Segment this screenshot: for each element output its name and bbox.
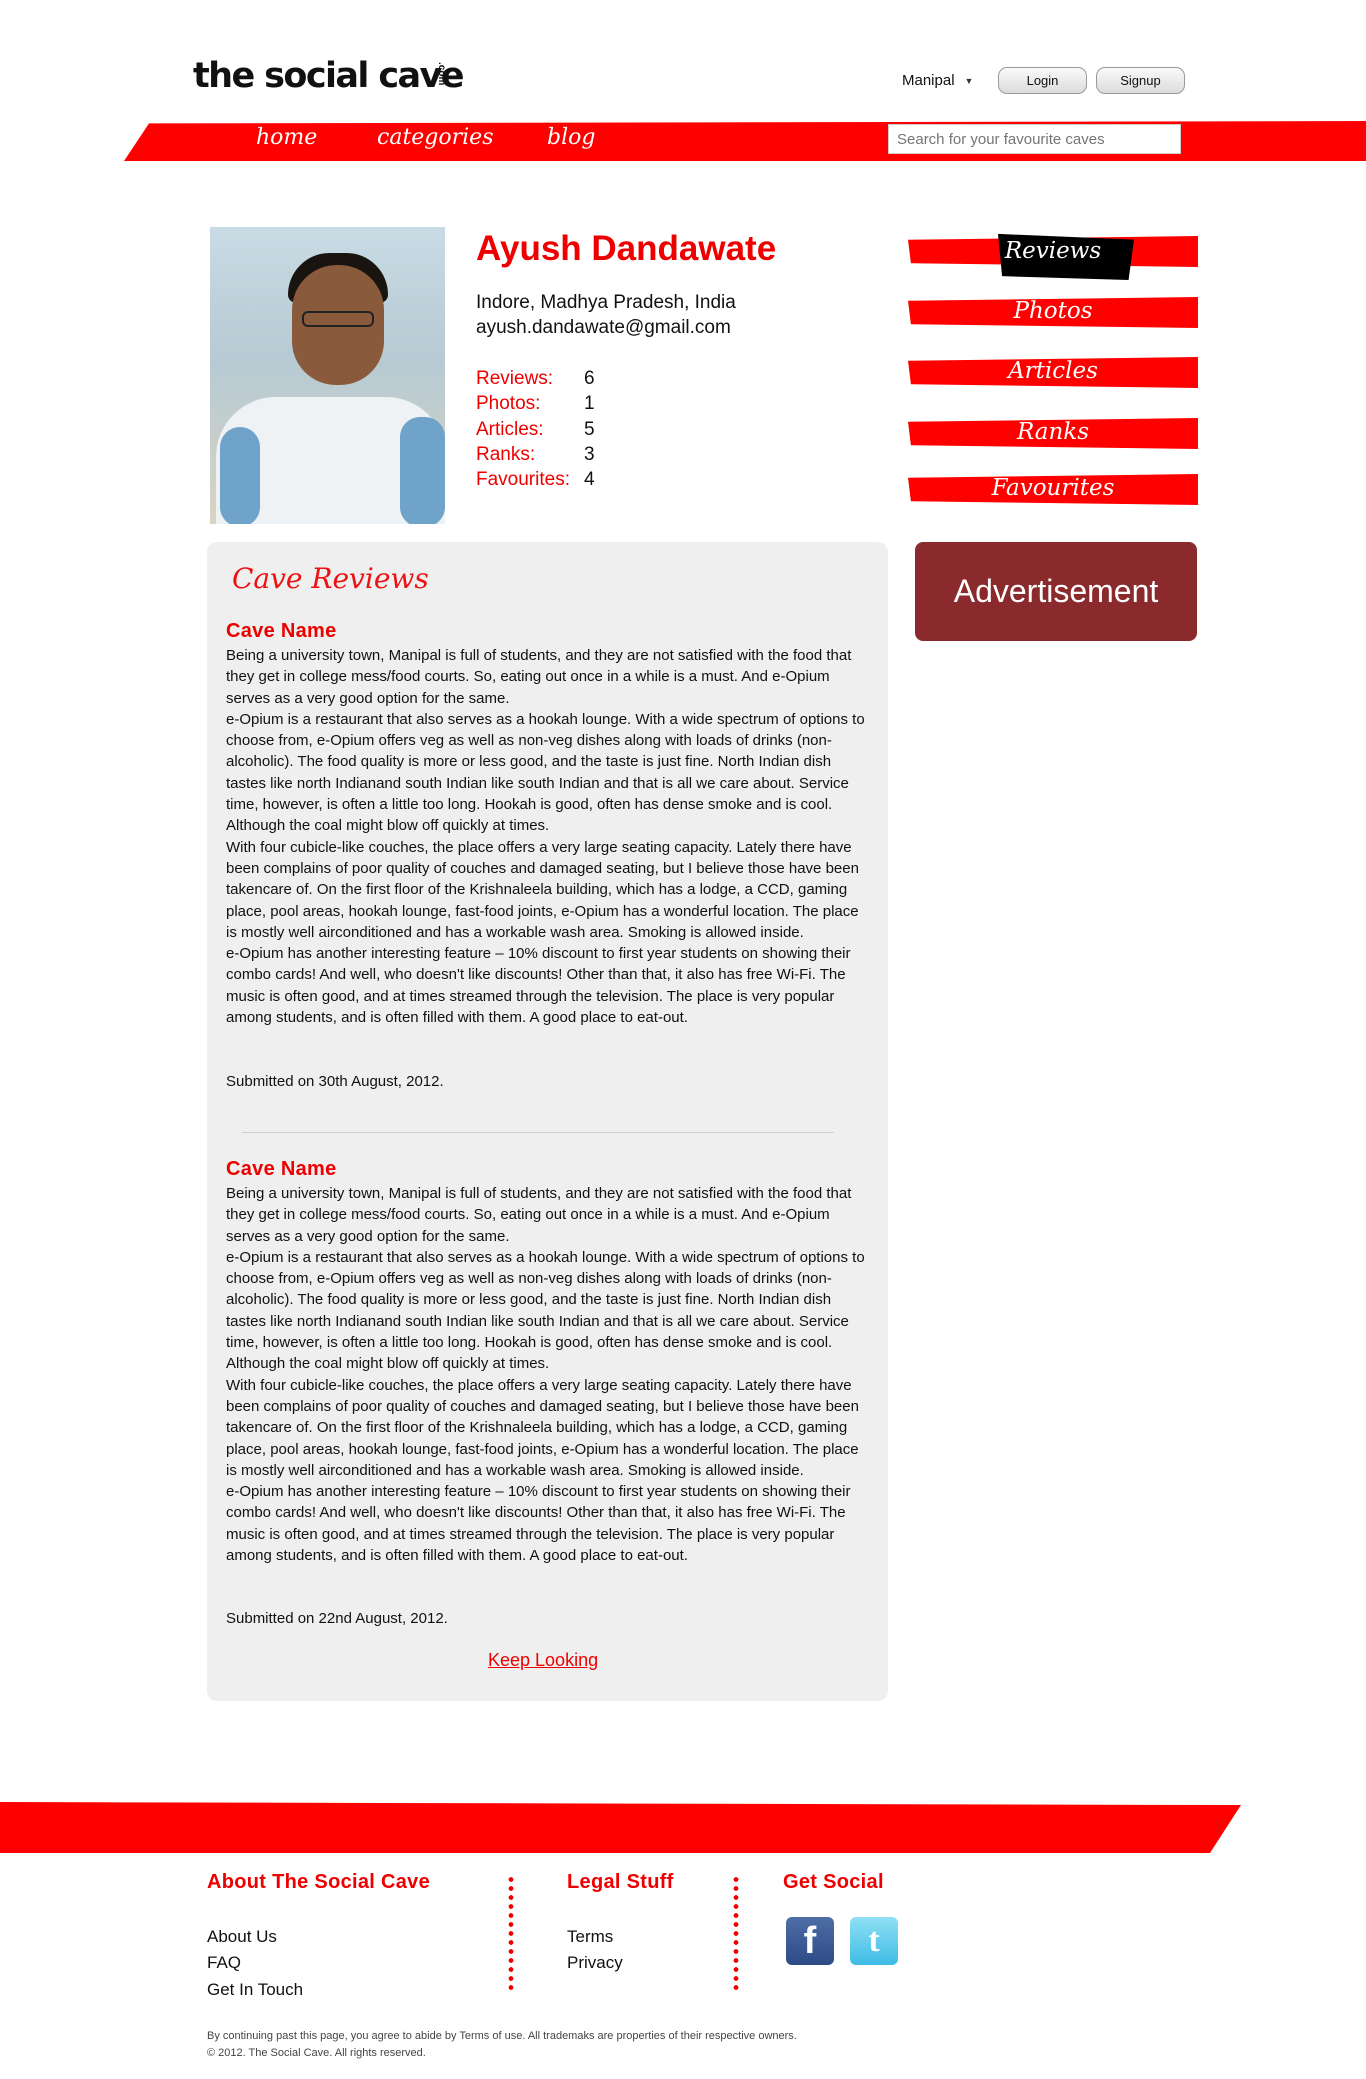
login-button[interactable]: Login <box>998 67 1087 94</box>
tab-articles[interactable]: Articles <box>908 358 1198 384</box>
footer-divider <box>733 1875 739 1993</box>
review-text: Being a university town, Manipal is full… <box>226 1185 865 1565</box>
keep-looking-link[interactable]: Keep Looking <box>488 1650 598 1671</box>
profile-name: Ayush Dandawate <box>476 229 777 268</box>
stat-reviews: Reviews: 6 <box>476 366 595 391</box>
footer-link-about-us[interactable]: About Us <box>207 1927 277 1947</box>
footer-legal-text: By continuing past this page, you agree … <box>207 2028 797 2062</box>
footer-copyright: © 2012. The Social Cave. All rights rese… <box>207 2047 426 2059</box>
footer-heading-social: Get Social <box>783 1871 884 1893</box>
stat-value: 4 <box>584 469 595 491</box>
tab-favourites[interactable]: Favourites <box>908 475 1198 501</box>
nav-categories[interactable]: categories <box>377 125 494 150</box>
stat-value: 1 <box>584 393 595 415</box>
stat-value: 5 <box>584 418 595 440</box>
nav-home[interactable]: home <box>256 125 317 150</box>
footer-heading-about: About The Social Cave <box>207 1871 431 1893</box>
footer-disclaimer: By continuing past this page, you agree … <box>207 2030 797 2042</box>
facebook-icon[interactable]: f <box>786 1917 834 1965</box>
reviews-panel-title: Cave Reviews <box>232 562 429 595</box>
tab-reviews[interactable]: Reviews <box>908 238 1198 264</box>
advertisement-box[interactable]: Advertisement <box>915 542 1197 641</box>
profile-location: Indore, Madhya Pradesh, India <box>476 292 736 313</box>
stat-photos: Photos: 1 <box>476 391 595 416</box>
stat-label: Ranks: <box>476 443 536 465</box>
review-submitted-date: Submitted on 30th August, 2012. <box>226 1073 444 1090</box>
city-label: Manipal <box>902 72 955 89</box>
footer-heading-legal: Legal Stuff <box>567 1871 674 1893</box>
review-cave-name[interactable]: Cave Name <box>226 620 337 643</box>
footer-link-get-in-touch[interactable]: Get In Touch <box>207 1980 303 2000</box>
review-cave-name[interactable]: Cave Name <box>226 1158 337 1181</box>
stat-label: Photos: <box>476 393 541 415</box>
profile-email[interactable]: ayush.dandawate@gmail.com <box>476 317 731 339</box>
stat-label: Articles: <box>476 418 544 440</box>
profile-photo <box>210 227 445 524</box>
stat-value: 3 <box>584 443 595 465</box>
chevron-down-icon: ▼ <box>964 75 974 86</box>
footer-link-privacy[interactable]: Privacy <box>567 1953 623 1973</box>
nav-blog[interactable]: blog <box>547 125 595 150</box>
stat-label: Favourites: <box>476 469 570 491</box>
review-text: Being a university town, Manipal is full… <box>226 647 865 1027</box>
tab-photos[interactable]: Photos <box>908 298 1198 324</box>
city-selector[interactable]: Manipal ▼ <box>902 72 973 89</box>
footer-link-terms[interactable]: Terms <box>567 1927 613 1947</box>
signup-button[interactable]: Signup <box>1096 67 1185 94</box>
twitter-icon[interactable]: t <box>850 1917 898 1965</box>
stat-articles: Articles: 5 <box>476 417 595 442</box>
stat-value: 6 <box>584 368 595 389</box>
footer-divider <box>508 1875 514 1993</box>
review-submitted-date: Submitted on 22nd August, 2012. <box>226 1610 448 1627</box>
tab-ranks[interactable]: Ranks <box>908 419 1198 445</box>
stat-label: Reviews: <box>476 368 554 389</box>
review-divider <box>242 1132 834 1133</box>
site-logo-suffix: .com <box>436 62 447 86</box>
footer-band <box>0 1802 1241 1853</box>
footer-link-faq[interactable]: FAQ <box>207 1953 241 1973</box>
stat-favourites: Favourites: 4 <box>476 467 595 492</box>
profile-stats: Reviews: 6 Photos: 1 Articles: 5 Ranks: … <box>476 366 595 492</box>
search-input[interactable] <box>888 124 1181 154</box>
site-logo[interactable]: the social cave <box>193 56 465 96</box>
stat-ranks: Ranks: 3 <box>476 442 595 467</box>
